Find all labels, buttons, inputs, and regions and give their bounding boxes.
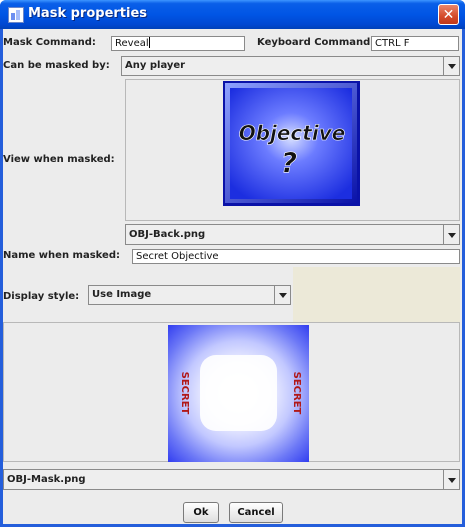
mask-properties-window: Mask properties ✕ Mask Command: Reveal K… <box>0 0 465 527</box>
secret-mask-image: SECRET SECRET <box>168 325 309 462</box>
objective-card-image: Objective ? <box>223 81 360 206</box>
dialog-content: Mask Command: Reveal Keyboard Command: C… <box>3 29 462 524</box>
objective-card-symbol: ? <box>281 146 297 179</box>
dropdown-arrow-icon[interactable] <box>443 57 459 75</box>
masked-image-file-select[interactable]: OBJ-Back.png <box>125 224 460 245</box>
mask-command-input[interactable]: Reveal <box>111 36 245 51</box>
display-style-value: Use Image <box>92 289 152 300</box>
close-button[interactable]: ✕ <box>438 4 459 25</box>
name-when-masked-label: Name when masked: <box>3 250 120 261</box>
cancel-button[interactable]: Cancel <box>229 502 283 523</box>
text-caret <box>148 37 150 48</box>
title-bar[interactable]: Mask properties ✕ <box>0 0 465 29</box>
dropdown-arrow-icon[interactable] <box>443 470 459 489</box>
can-be-masked-by-label: Can be masked by: <box>3 60 110 71</box>
mask-image-file-select[interactable]: OBJ-Mask.png <box>3 469 460 490</box>
keyboard-command-label: Keyboard Command: <box>257 37 375 48</box>
name-when-masked-input[interactable]: Secret Objective <box>132 249 460 264</box>
mask-command-label: Mask Command: <box>3 37 96 48</box>
display-style-label: Display style: <box>3 291 80 302</box>
mask-side-text-right: SECRET <box>291 372 302 415</box>
name-when-masked-value: Secret Objective <box>136 251 219 262</box>
objective-card-title: Objective <box>239 121 346 145</box>
keyboard-command-value: CTRL F <box>375 38 410 49</box>
dropdown-arrow-icon[interactable] <box>274 286 290 304</box>
masked-image-file-value: OBJ-Back.png <box>129 229 206 240</box>
can-be-masked-by-select[interactable]: Any player <box>121 56 460 76</box>
app-icon <box>8 7 24 23</box>
mask-command-value: Reveal <box>115 38 149 49</box>
view-when-masked-label: View when masked: <box>3 154 115 165</box>
mask-side-text-left: SECRET <box>179 372 190 415</box>
keyboard-command-input[interactable]: CTRL F <box>371 36 459 51</box>
mask-image-file-value: OBJ-Mask.png <box>7 474 86 485</box>
display-style-select[interactable]: Use Image <box>88 285 291 305</box>
dropdown-arrow-icon[interactable] <box>443 225 459 244</box>
can-be-masked-by-value: Any player <box>125 60 186 71</box>
disabled-area <box>293 267 460 322</box>
window-title: Mask properties <box>28 6 148 21</box>
ok-button[interactable]: Ok <box>183 502 219 523</box>
